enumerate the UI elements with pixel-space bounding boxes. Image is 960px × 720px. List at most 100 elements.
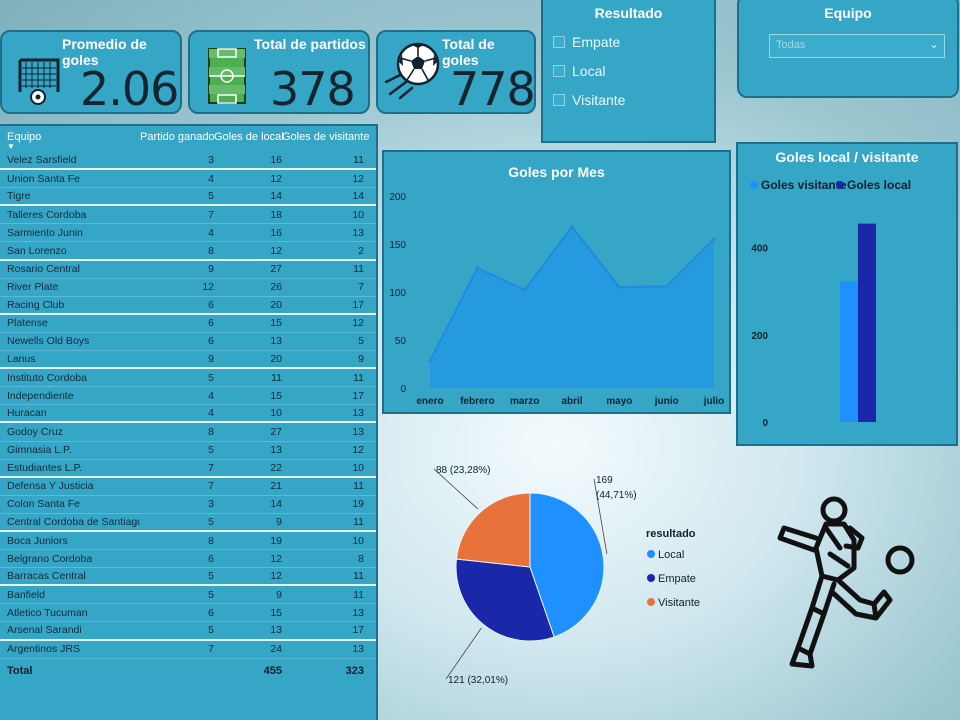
cell-goles-visitante: 10 [352, 208, 364, 221]
legend-label: Visitante [658, 597, 700, 609]
table-row[interactable]: Talleres Cordoba 7 18 10 [0, 206, 376, 225]
x-tick-label: julio [703, 396, 725, 407]
x-tick-label: enero [416, 396, 443, 407]
cell-goles-local: 13 [270, 444, 282, 457]
table-row[interactable]: Belgrano Cordoba 6 12 8 [0, 550, 376, 569]
cell-partido-ganado: 7 [208, 461, 214, 474]
cell-goles-visitante: 17 [352, 389, 364, 402]
cell-goles-visitante: 17 [352, 624, 364, 637]
table-row[interactable]: River Plate 12 26 7 [0, 279, 376, 297]
table-row[interactable]: Arsenal Sarandi 5 13 17 [0, 622, 376, 641]
cell-equipo: San Lorenzo [7, 244, 67, 257]
cell-goles-local: 27 [270, 263, 282, 276]
cell-goles-local: 11 [271, 371, 282, 384]
legend-marker [836, 181, 844, 189]
cell-goles-visitante: 17 [352, 298, 364, 311]
cell-equipo: Godoy Cruz [7, 425, 64, 438]
table-row[interactable]: Instituto Cordoba 5 11 11 [0, 369, 376, 388]
slicer-option-local[interactable]: Local [543, 56, 714, 85]
table-row[interactable]: Independiente 4 15 17 [0, 387, 376, 406]
cell-equipo: Defensa Y Justicia [7, 480, 94, 493]
table-row[interactable]: Sarmiento Junin 4 16 13 [0, 224, 376, 243]
resultado-slicer: Resultado Empate Local Visitante [541, 0, 716, 143]
table-row[interactable]: Argentinos JRS 7 24 13 [0, 641, 376, 659]
cell-goles-visitante: 12 [352, 444, 364, 457]
cell-equipo: Sarmiento Junin [7, 226, 83, 239]
table-row[interactable]: Lanus 9 20 9 [0, 351, 376, 370]
table-row[interactable]: Boca Juniors 8 19 10 [0, 532, 376, 551]
table-row[interactable]: Central Cordoba de Santiago 5 9 11 [0, 514, 376, 532]
cell-equipo: Argentinos JRS [7, 643, 80, 656]
table-row[interactable]: Tigre 5 14 14 [0, 188, 376, 207]
equipo-dropdown[interactable]: Todas ⌄ [769, 34, 945, 58]
soccer-ball-icon [382, 36, 444, 107]
kpi-card-goles: Total de goles 778 [376, 30, 536, 114]
data-label: 88 (23,28%) [436, 465, 490, 476]
table-row[interactable]: Estudiantes L.P. 7 22 10 [0, 460, 376, 478]
cell-partido-ganado: 5 [208, 371, 214, 384]
cell-goles-visitante: 11 [353, 515, 364, 528]
table-row[interactable]: Huracan 4 10 13 [0, 405, 376, 424]
cell-equipo: Instituto Cordoba [7, 371, 87, 384]
table-row[interactable]: Union Santa Fe 4 12 12 [0, 170, 376, 189]
soccer-goal-icon [16, 54, 62, 111]
table-row[interactable]: Rosario Central 9 27 11 [0, 261, 376, 279]
header-equipo[interactable]: Equipo ▼ [0, 131, 140, 152]
cell-goles-visitante: 11 [353, 154, 364, 167]
table-row[interactable]: San Lorenzo 8 12 2 [0, 242, 376, 261]
table-row[interactable]: Velez Sarsfield 3 16 11 [0, 152, 376, 171]
area-fill [430, 226, 714, 388]
kpi-card-promedio: Promedio de goles 2.06 [0, 30, 182, 114]
header-partido-ganado[interactable]: Partido ganado [140, 131, 215, 152]
cell-partido-ganado: 6 [208, 317, 214, 330]
cell-goles-local: 15 [270, 389, 282, 402]
table-row[interactable]: Defensa Y Justicia 7 21 11 [0, 478, 376, 496]
cell-partido-ganado: 8 [208, 244, 214, 257]
cell-goles-local: 19 [270, 534, 282, 547]
table-row[interactable]: Newells Old Boys 6 13 5 [0, 333, 376, 352]
cell-goles-local: 20 [270, 353, 282, 366]
cell-goles-local: 15 [270, 606, 282, 619]
data-point [523, 288, 527, 292]
legend-label: Local [658, 549, 684, 561]
header-goles-visitante[interactable]: Goles de visitante [282, 131, 369, 152]
slicer-title: Equipo [824, 5, 872, 21]
table-row[interactable]: Barracas Central 5 12 11 [0, 568, 376, 587]
header-goles-local[interactable]: Goles de local [214, 131, 284, 152]
pie-chart-svg: 169 (44,71%) 121 (32,01%) 88 (23,28%) result… [433, 465, 700, 686]
soccer-player-icon [768, 488, 928, 693]
legend-label: Goles visitante [761, 178, 847, 192]
cell-goles-visitante: 12 [352, 172, 364, 185]
option-label: Visitante [572, 91, 626, 108]
table-row[interactable]: Godoy Cruz 8 27 13 [0, 423, 376, 442]
x-tick-label: marzo [510, 396, 539, 407]
table-row[interactable]: Banfield 5 9 11 [0, 586, 376, 605]
cell-partido-ganado: 7 [208, 643, 214, 656]
bar [840, 281, 858, 422]
cell-goles-local: 12 [270, 570, 282, 583]
table-row[interactable]: Racing Club 6 20 17 [0, 297, 376, 315]
checkbox[interactable] [553, 93, 565, 106]
table-row[interactable]: Gimnasia L.P. 5 13 12 [0, 442, 376, 460]
cell-goles-visitante: 13 [352, 226, 364, 239]
cell-goles-local: 12 [270, 244, 282, 257]
cell-goles-local: 15 [270, 317, 282, 330]
slicer-option-empate[interactable]: Empate [543, 27, 714, 56]
cell-goles-visitante: 11 [353, 263, 364, 276]
cell-goles-local: 9 [276, 515, 282, 528]
cell-equipo: Boca Juniors [7, 534, 68, 547]
slicer-option-visitante[interactable]: Visitante [543, 85, 714, 114]
cell-goles-visitante: 13 [352, 407, 364, 420]
cell-partido-ganado: 3 [208, 498, 214, 511]
sort-down-icon[interactable]: ▼ [7, 142, 15, 151]
cell-goles-visitante: 13 [352, 425, 364, 438]
table-row[interactable]: Platense 6 15 12 [0, 315, 376, 333]
checkbox[interactable] [553, 64, 565, 77]
cell-goles-visitante: 10 [352, 534, 364, 547]
cell-partido-ganado: 5 [208, 624, 214, 637]
table-row[interactable]: Colon Santa Fe 3 14 19 [0, 496, 376, 514]
bar [858, 223, 876, 422]
cell-equipo: Racing Club [7, 298, 65, 311]
table-row[interactable]: Atletico Tucuman 6 15 13 [0, 604, 376, 623]
checkbox[interactable] [553, 35, 565, 48]
